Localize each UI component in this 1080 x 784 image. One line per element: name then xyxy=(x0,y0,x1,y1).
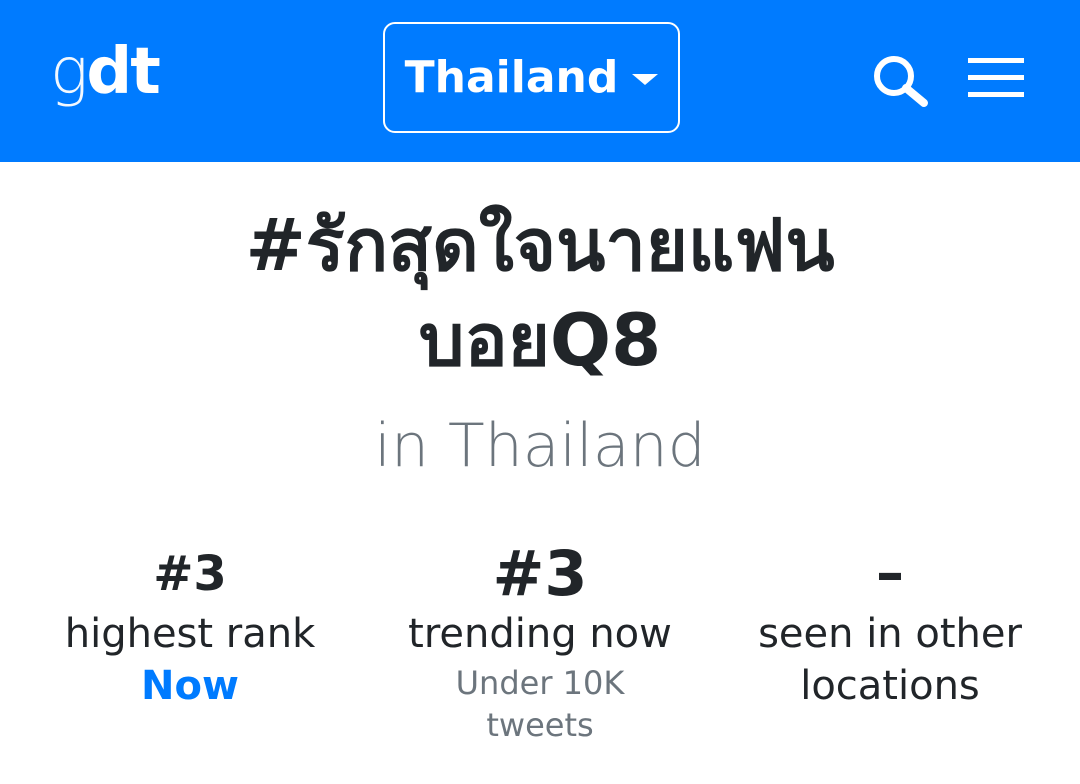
stat-label: seen in other locations xyxy=(715,608,1065,712)
stat-trending-now: #3 trending now Under 10K tweets xyxy=(365,540,715,746)
stat-detail: Under 10K tweets xyxy=(365,662,715,746)
stat-value: – xyxy=(876,541,904,606)
stat-label: trending now xyxy=(408,611,672,657)
stat-value: #3 xyxy=(492,537,588,610)
stat-label-line1: seen in other xyxy=(758,611,1022,657)
stat-detail-line1: Under 10K xyxy=(455,664,625,702)
search-button[interactable] xyxy=(868,50,932,110)
location-subtitle: in Thailand xyxy=(374,411,706,481)
hashtag-title-line1: #รักสุดใจนายแฟน xyxy=(245,203,835,287)
caret-down-icon xyxy=(632,74,659,85)
location-dropdown[interactable]: Thailand xyxy=(383,22,680,133)
search-icon xyxy=(874,56,928,107)
menu-button[interactable] xyxy=(966,56,1026,100)
stat-detail-link[interactable]: Now xyxy=(15,660,365,712)
site-logo[interactable]: gdt xyxy=(50,32,161,112)
stat-value: #3 xyxy=(153,546,227,602)
hamburger-menu-icon xyxy=(968,58,1024,97)
stat-highest-rank: #3 highest rank Now xyxy=(15,540,365,712)
location-dropdown-label: Thailand xyxy=(404,52,619,103)
stat-detail-line2: tweets xyxy=(486,706,594,744)
top-navbar: gdt Thailand xyxy=(0,0,1080,162)
stat-label: highest rank xyxy=(64,611,316,657)
stat-other-locations: – seen in other locations xyxy=(715,540,1065,712)
hashtag-title-line2: บอยQ8 xyxy=(418,298,662,382)
hashtag-title: #รักสุดใจนายแฟน บอยQ8 xyxy=(0,198,1080,388)
stat-label-line2: locations xyxy=(800,663,980,709)
